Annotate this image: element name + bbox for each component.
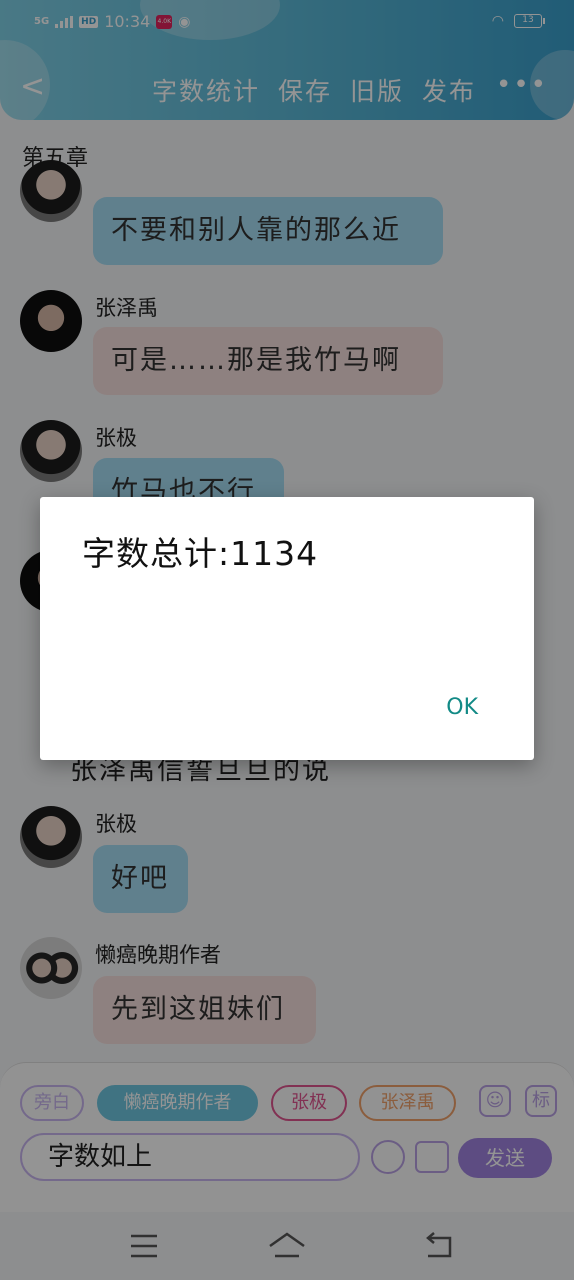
- ok-button[interactable]: OK: [446, 695, 478, 720]
- dialog-message: 字数总计:1134: [82, 534, 319, 573]
- word-count-dialog: 字数总计:1134 OK: [40, 497, 534, 760]
